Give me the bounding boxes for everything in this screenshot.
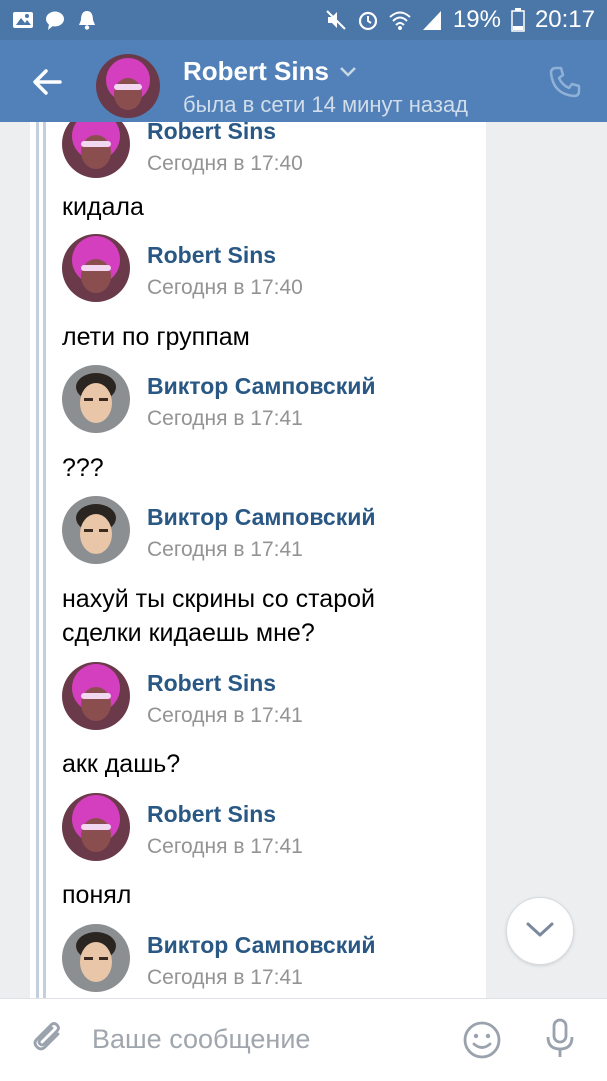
quote-line bbox=[43, 122, 46, 998]
avatar[interactable] bbox=[62, 234, 130, 302]
avatar[interactable] bbox=[62, 662, 130, 730]
message-time: Сегодня в 17:41 bbox=[147, 407, 303, 430]
attach-icon[interactable] bbox=[28, 1019, 68, 1059]
compose-bar bbox=[0, 998, 607, 1081]
message-header: Robert Sins Сегодня в 17:40 bbox=[62, 234, 482, 304]
phone-icon[interactable] bbox=[547, 64, 583, 100]
author-name[interactable]: Robert Sins bbox=[147, 122, 276, 145]
author-name[interactable]: Виктор Самповский bbox=[147, 932, 376, 959]
chevron-down-icon[interactable] bbox=[339, 66, 357, 78]
mute-icon bbox=[326, 10, 346, 30]
avatar[interactable] bbox=[62, 924, 130, 992]
message-time: Сегодня в 17:40 bbox=[147, 276, 303, 299]
author-name[interactable]: Robert Sins bbox=[147, 801, 276, 828]
scroll-down-button[interactable] bbox=[506, 897, 574, 965]
mic-icon[interactable] bbox=[540, 1017, 580, 1061]
message-time: Сегодня в 17:41 bbox=[147, 538, 303, 561]
contact-name[interactable]: Robert Sins bbox=[183, 56, 329, 87]
avatar[interactable] bbox=[62, 496, 130, 564]
chat-header: Robert Sins была в сети 14 минут назад bbox=[0, 40, 607, 122]
message-time: Сегодня в 17:41 bbox=[147, 966, 303, 989]
author-name[interactable]: Виктор Самповский bbox=[147, 373, 376, 400]
signal-icon bbox=[422, 11, 441, 30]
avatar[interactable] bbox=[96, 54, 160, 118]
chevron-down-icon bbox=[526, 922, 554, 937]
message-header: Robert Sins Сегодня в 17:41 bbox=[62, 793, 482, 863]
last-seen-status: была в сети 14 минут назад bbox=[183, 92, 469, 117]
message-text: акк дашь? bbox=[62, 750, 181, 778]
back-arrow-icon[interactable] bbox=[28, 62, 68, 102]
author-name[interactable]: Robert Sins bbox=[147, 670, 276, 697]
message-text: ??? bbox=[62, 454, 104, 482]
bell-icon bbox=[79, 11, 95, 30]
avatar[interactable] bbox=[62, 122, 130, 178]
message-text: нахуй ты скрины со старой сделки кидаешь… bbox=[62, 585, 375, 647]
status-bar: 19% 20:17 bbox=[0, 0, 607, 40]
wifi-icon bbox=[389, 11, 411, 30]
message-time: Сегодня в 17:41 bbox=[147, 835, 303, 858]
chat-icon bbox=[46, 11, 64, 30]
message-time: Сегодня в 17:41 bbox=[147, 704, 303, 727]
contact-name-group[interactable]: Robert Sins bbox=[183, 56, 357, 87]
message-text: лети по группам bbox=[62, 323, 250, 351]
author-name[interactable]: Robert Sins bbox=[147, 242, 276, 269]
message-list[interactable]: Robert Sins Сегодня в 17:40 кидала Rober… bbox=[0, 122, 607, 998]
message-header: Виктор Самповский Сегодня в 17:41 bbox=[62, 496, 482, 566]
message-text: понял bbox=[62, 881, 132, 909]
image-icon bbox=[13, 12, 33, 28]
message-text: кидала bbox=[62, 193, 144, 221]
message-header: Robert Sins Сегодня в 17:41 bbox=[62, 662, 482, 732]
message-header: Виктор Самповский Сегодня в 17:41 bbox=[62, 924, 482, 994]
battery-icon bbox=[511, 8, 525, 32]
smile-icon[interactable] bbox=[461, 1019, 503, 1061]
author-name[interactable]: Виктор Самповский bbox=[147, 504, 376, 531]
avatar[interactable] bbox=[62, 365, 130, 433]
alarm-icon bbox=[358, 11, 377, 31]
message-header: Robert Sins Сегодня в 17:40 bbox=[62, 122, 482, 180]
quote-line bbox=[36, 122, 39, 998]
clock: 20:17 bbox=[534, 6, 595, 33]
battery-percent: 19% bbox=[452, 6, 501, 33]
message-input[interactable] bbox=[90, 1015, 444, 1063]
avatar[interactable] bbox=[62, 793, 130, 861]
message-time: Сегодня в 17:40 bbox=[147, 152, 303, 175]
message-header: Виктор Самповский Сегодня в 17:41 bbox=[62, 365, 482, 435]
